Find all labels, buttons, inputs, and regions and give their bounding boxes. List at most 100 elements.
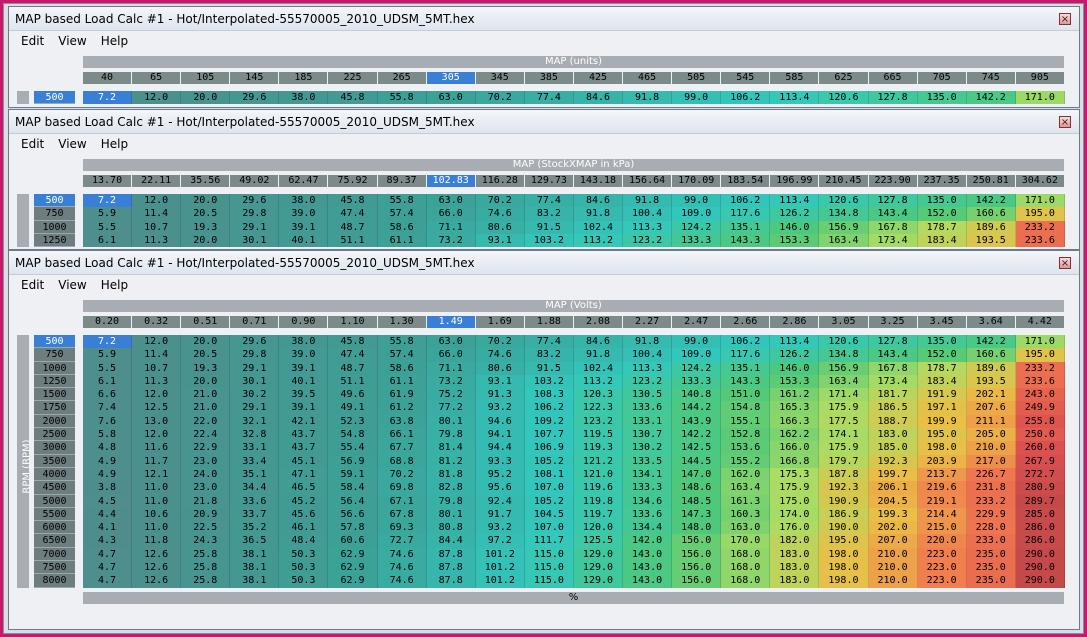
table-cell[interactable]: 38.1 <box>230 547 280 562</box>
table-cell[interactable]: 160.3 <box>721 507 771 522</box>
table-cell[interactable]: 121.2 <box>573 454 624 468</box>
table-cell[interactable]: 94.4 <box>475 441 525 455</box>
table-cell[interactable]: 56.9 <box>328 454 378 468</box>
table-cell[interactable]: 160.6 <box>966 207 1016 221</box>
table-cell[interactable]: 210.0 <box>966 441 1016 455</box>
row-header[interactable]: 8000 <box>34 574 75 588</box>
table-cell[interactable]: 106.2 <box>524 401 574 415</box>
table-cell[interactable]: 183.4 <box>917 374 967 389</box>
table-cell[interactable]: 127.8 <box>868 194 918 208</box>
table-cell[interactable]: 91.8 <box>623 335 673 349</box>
title-bar[interactable]: MAP based Load Calc #1 - Hot/Interpolate… <box>9 251 1079 275</box>
table-cell[interactable]: 47.4 <box>328 207 378 221</box>
table-cell[interactable]: 255.8 <box>1015 414 1065 429</box>
table-cell[interactable]: 103.2 <box>524 233 574 248</box>
table-cell[interactable]: 56.4 <box>328 494 378 508</box>
table-cell[interactable]: 289.7 <box>1015 494 1065 508</box>
table-cell[interactable]: 12.1 <box>132 467 182 482</box>
column-header[interactable]: 0.32 <box>132 316 181 328</box>
row-header[interactable]: 750 <box>34 348 75 362</box>
table-cell[interactable]: 130.7 <box>623 428 673 442</box>
table-cell[interactable]: 260.0 <box>1015 441 1065 455</box>
table-cell[interactable]: 93.1 <box>475 233 525 248</box>
table-cell[interactable]: 55.8 <box>377 91 427 105</box>
table-cell[interactable]: 107.0 <box>524 521 574 535</box>
table-cell[interactable]: 79.8 <box>426 494 476 508</box>
table-cell[interactable]: 6.1 <box>83 374 133 389</box>
table-cell[interactable]: 124.2 <box>672 220 722 234</box>
table-cell[interactable]: 83.2 <box>524 348 574 362</box>
table-cell[interactable]: 38.1 <box>230 574 280 588</box>
table-cell[interactable]: 130.2 <box>623 441 673 455</box>
table-cell[interactable]: 177.5 <box>819 414 869 429</box>
table-cell[interactable]: 166.8 <box>770 454 820 468</box>
table-cell[interactable]: 113.4 <box>770 335 820 349</box>
column-header[interactable]: 237.35 <box>917 175 966 187</box>
column-header[interactable]: 1.88 <box>524 316 573 328</box>
table-cell[interactable]: 42.1 <box>279 414 329 429</box>
column-header[interactable]: 1.30 <box>377 316 426 328</box>
table-cell[interactable]: 38.1 <box>230 561 280 575</box>
table-cell[interactable]: 33.6 <box>230 494 280 508</box>
table-cell[interactable]: 7.2 <box>83 335 133 349</box>
table-cell[interactable]: 171.4 <box>819 388 869 402</box>
table-cell[interactable]: 111.7 <box>524 534 574 548</box>
column-header[interactable]: 183.54 <box>721 175 770 187</box>
table-cell[interactable]: 74.6 <box>377 547 427 562</box>
table-cell[interactable]: 272.7 <box>1015 467 1065 482</box>
column-header[interactable]: 2.66 <box>721 316 770 328</box>
table-cell[interactable]: 66.1 <box>377 428 427 442</box>
table-cell[interactable]: 101.2 <box>475 547 525 562</box>
table-cell[interactable]: 69.8 <box>377 481 427 495</box>
table-cell[interactable]: 160.6 <box>966 348 1016 362</box>
table-cell[interactable]: 187.8 <box>819 467 869 482</box>
table-cell[interactable]: 133.3 <box>623 481 673 495</box>
table-cell[interactable]: 109.2 <box>524 414 574 429</box>
table-cell[interactable]: 173.4 <box>868 233 918 248</box>
table-cell[interactable]: 23.0 <box>181 454 231 468</box>
table-cell[interactable]: 45.1 <box>279 454 329 468</box>
table-cell[interactable]: 171.0 <box>1015 335 1065 349</box>
table-cell[interactable]: 10.7 <box>132 361 182 375</box>
table-cell[interactable]: 151.0 <box>721 388 771 402</box>
table-cell[interactable]: 4.8 <box>83 441 133 455</box>
table-cell[interactable]: 205.0 <box>966 428 1016 442</box>
row-header[interactable]: 1250 <box>34 374 75 389</box>
table-cell[interactable]: 20.0 <box>181 91 231 105</box>
table-cell[interactable]: 63.0 <box>426 335 476 349</box>
table-cell[interactable]: 6.6 <box>83 388 133 402</box>
table-cell[interactable]: 5.5 <box>83 220 133 234</box>
column-header[interactable]: 102.83 <box>426 175 475 187</box>
table-cell[interactable]: 13.0 <box>132 414 182 429</box>
table-cell[interactable]: 48.7 <box>328 220 378 234</box>
table-cell[interactable]: 203.9 <box>917 454 967 468</box>
table-cell[interactable]: 147.0 <box>672 467 722 482</box>
table-cell[interactable]: 191.9 <box>917 388 967 402</box>
table-cell[interactable]: 11.0 <box>132 494 182 508</box>
table-cell[interactable]: 74.6 <box>475 207 525 221</box>
table-cell[interactable]: 4.7 <box>83 561 133 575</box>
table-cell[interactable]: 35.2 <box>230 521 280 535</box>
row-header[interactable]: 500 <box>34 91 75 105</box>
table-cell[interactable]: 73.2 <box>426 374 476 389</box>
column-header[interactable]: 22.11 <box>132 175 181 187</box>
table-cell[interactable]: 163.4 <box>721 481 771 495</box>
table-cell[interactable]: 135.0 <box>917 194 967 208</box>
table-cell[interactable]: 119.8 <box>573 494 624 508</box>
table-cell[interactable]: 50.3 <box>279 561 329 575</box>
title-bar[interactable]: MAP based Load Calc #1 - Hot/Interpolate… <box>9 110 1079 134</box>
table-cell[interactable]: 190.0 <box>819 521 869 535</box>
table-cell[interactable]: 129.0 <box>573 574 624 588</box>
table-cell[interactable]: 125.5 <box>573 534 624 548</box>
table-cell[interactable]: 183.0 <box>868 428 918 442</box>
table-cell[interactable]: 12.0 <box>132 388 182 402</box>
table-cell[interactable]: 20.5 <box>181 348 231 362</box>
table-cell[interactable]: 5.9 <box>83 207 133 221</box>
column-header[interactable]: 2.86 <box>770 316 819 328</box>
table-cell[interactable]: 202.1 <box>966 388 1016 402</box>
table-cell[interactable]: 55.4 <box>328 441 378 455</box>
table-cell[interactable]: 38.0 <box>279 335 329 349</box>
table-cell[interactable]: 113.2 <box>573 374 624 389</box>
table-cell[interactable]: 233.2 <box>1015 220 1065 234</box>
table-cell[interactable]: 45.8 <box>328 91 378 105</box>
